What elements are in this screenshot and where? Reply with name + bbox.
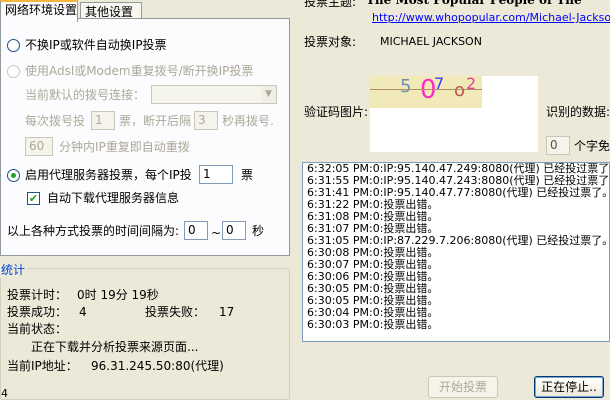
captcha-area: 5 0 7 o 2	[370, 76, 538, 152]
vote-log-list[interactable]: 6:32:05 PM:0:IP:95.140.47.249:8080(代理) 已…	[302, 162, 610, 342]
log-line: 6:30:03 PM:0:投票出错。	[307, 318, 439, 331]
interval-separator: ~	[211, 226, 222, 240]
label-topic: 投票主题:	[304, 0, 357, 9]
start-vote-button[interactable]: 开始投票	[428, 376, 498, 398]
label-adsl: 使用Adsl或Modem重复拨号/断开换IP投票	[25, 64, 254, 78]
captcha-char-o: o	[454, 80, 466, 101]
vote-time-value: 0时 19分 19秒	[77, 288, 159, 302]
label-current-ip: 当前IP地址：	[7, 359, 78, 373]
target-value: MICHAEL JACKSON	[380, 35, 482, 48]
label-proxy: 启用代理服务器投票，每个IP投	[25, 168, 192, 182]
topic-value: The Most Popular People of The	[366, 0, 582, 7]
label-captcha: 验证码图片:	[304, 105, 369, 119]
label-ip-repeat: 分钟内IP重复即自动重拨	[59, 140, 190, 154]
label-recognized: 识别的数据:	[546, 105, 610, 119]
stats-group: 统计 投票计时： 0时 19分 19秒 投票成功： 4 投票失败： 17 当前状…	[0, 261, 290, 400]
ip-repeat-minutes-input[interactable]: 60	[25, 137, 53, 156]
bottom-count: 4	[1, 387, 8, 400]
captcha-char-5: 5	[400, 76, 412, 97]
label-interval-unit: 秒	[252, 224, 265, 238]
radio-adsl[interactable]	[7, 65, 20, 78]
chevron-down-icon: ▼	[261, 86, 276, 103]
stop-button[interactable]: 正在停止..	[534, 376, 604, 398]
char-count-input[interactable]: 0	[546, 136, 570, 155]
label-char-count: 个字免	[574, 139, 610, 153]
label-fail: 投票失败：	[145, 305, 206, 319]
label-vote-time: 投票计时：	[7, 288, 68, 302]
proxy-votes-input[interactable]: 1	[199, 165, 233, 184]
label-seconds-redial: 秒再拨号.	[222, 114, 274, 128]
topic-url-link[interactable]: http://www.whopopular.com/Michael-Jackso…	[372, 10, 610, 26]
label-current-dial: 当前默认的拨号连接：	[25, 88, 146, 102]
state-value: 正在下载并分析投票来源页面...	[31, 340, 199, 354]
captcha-image: 5 0 7 o 2	[370, 76, 482, 108]
dial-every-input[interactable]: 1	[91, 111, 115, 130]
radio-no-change-ip[interactable]	[7, 39, 20, 52]
label-state: 当前状态：	[7, 322, 68, 336]
captcha-char-2: 2	[466, 76, 477, 93]
label-no-change-ip: 不换IP或软件自动换IP投票	[25, 38, 167, 52]
current-dial-select[interactable]: ▼	[151, 85, 277, 104]
label-target: 投票对象:	[304, 35, 357, 49]
label-success: 投票成功：	[7, 305, 68, 319]
interval-min-input[interactable]: 0	[184, 221, 208, 240]
radio-selected-dot	[11, 173, 16, 178]
network-settings-panel: 不换IP或软件自动换IP投票 使用Adsl或Modem重复拨号/断开换IP投票 …	[0, 18, 290, 256]
success-value: 4	[79, 305, 87, 319]
current-ip-value: 96.31.245.50:80(代理)	[91, 359, 224, 373]
disconnect-seconds-input[interactable]: 3	[194, 111, 218, 130]
auto-download-proxy-checkbox[interactable]: ✔	[27, 192, 40, 205]
captcha-noise-line	[370, 89, 482, 90]
label-votes-disconnect: 票，断开后隔	[119, 114, 192, 128]
label-auto-download-proxy: 自动下载代理服务器信息	[47, 191, 180, 205]
interval-max-input[interactable]: 0	[222, 221, 246, 240]
radio-proxy[interactable]	[7, 169, 20, 182]
label-dial-every: 每次拨号投	[25, 114, 86, 128]
tab-network-settings[interactable]: 网络环境设置	[0, 0, 78, 22]
captcha-char-7: 7	[434, 76, 445, 93]
label-interval: 以上各种方式投票的时间间隔为:	[7, 224, 180, 238]
stats-title: 统计	[0, 261, 28, 278]
label-proxy-votes-unit: 票	[241, 168, 254, 182]
fail-value: 17	[219, 305, 235, 319]
